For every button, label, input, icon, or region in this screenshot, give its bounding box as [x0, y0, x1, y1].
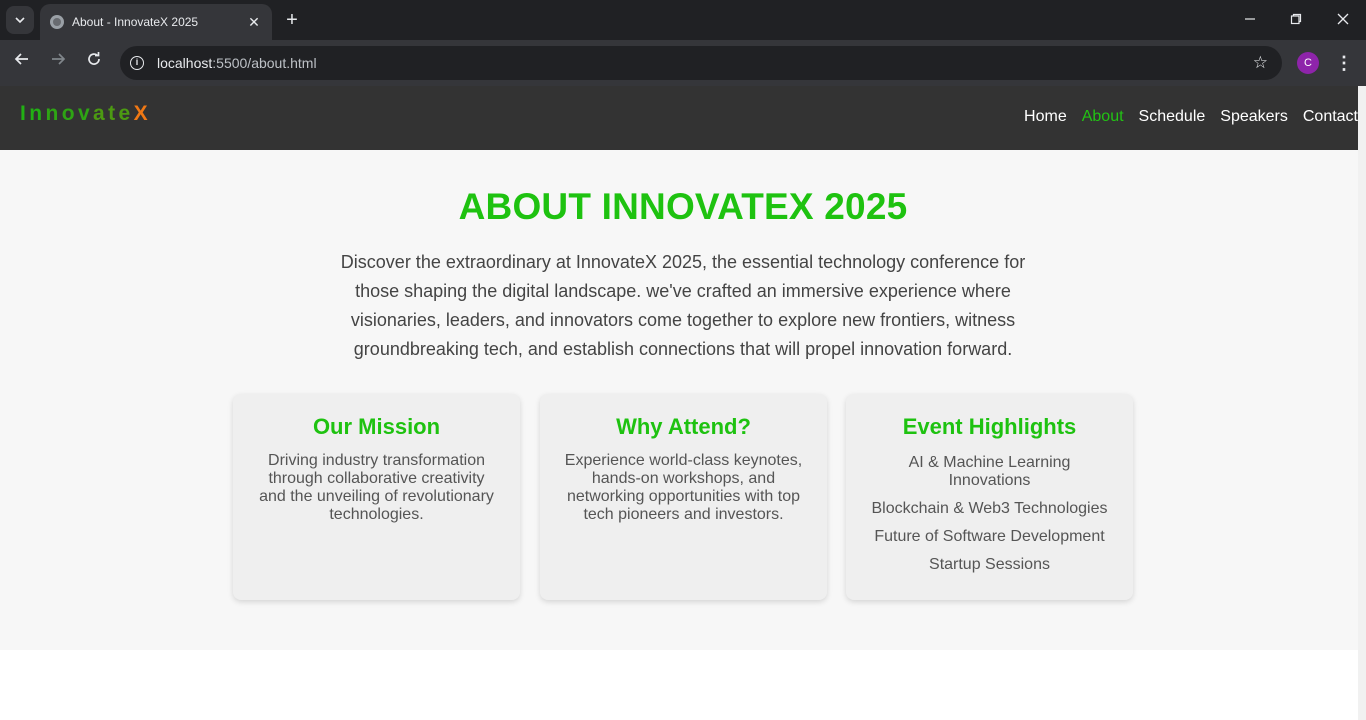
plus-icon: +: [286, 9, 298, 31]
list-item: Blockchain & Web3 Technologies: [871, 500, 1108, 517]
minimize-icon: [1245, 18, 1255, 20]
main-nav: Home About Schedule Speakers Contact: [1009, 108, 1358, 126]
intro-paragraph: Discover the extraordinary at InnovateX …: [340, 252, 1026, 359]
nav-link-home[interactable]: Home: [1024, 108, 1067, 126]
logo-x: X: [133, 102, 152, 125]
back-button[interactable]: [9, 50, 35, 76]
tab-title: About - InnovateX 2025: [72, 15, 199, 29]
chevron-down-icon: [15, 17, 25, 24]
logo-letter: n: [45, 102, 62, 125]
arrow-right-icon: [52, 53, 66, 65]
page-title: ABOUT INNOVATEX 2025: [458, 186, 908, 227]
url-path: :5500/about.html: [212, 55, 317, 71]
list-item: Startup Sessions: [929, 556, 1050, 573]
mission-card: Our Mission Driving industry transformat…: [233, 394, 520, 600]
card-text: Driving industry transformation through …: [259, 452, 494, 523]
nav-link-about[interactable]: About: [1082, 108, 1124, 126]
reload-icon: [88, 52, 100, 65]
minimize-button[interactable]: [1238, 8, 1262, 32]
close-window-icon: [1337, 13, 1349, 25]
new-tab-button[interactable]: +: [282, 8, 302, 32]
nav-link-contact[interactable]: Contact: [1303, 108, 1358, 126]
site-header: InnovateX Home About Schedule Speakers C…: [0, 86, 1366, 150]
web-page: InnovateX Home About Schedule Speakers C…: [0, 86, 1366, 720]
close-window-button[interactable]: [1331, 8, 1355, 32]
browser-toolbar: i localhost:5500/about.html ☆ C ⋮: [0, 40, 1366, 86]
browser-tab-bar: About - InnovateX 2025 ✕ +: [0, 0, 1366, 40]
about-section: ABOUT INNOVATEX 2025 Discover the extrao…: [0, 150, 1366, 650]
highlights-card: Event Highlights AI & Machine Learning I…: [846, 394, 1133, 600]
close-icon[interactable]: ✕: [246, 14, 262, 31]
logo-letter: v: [77, 102, 94, 125]
kebab-menu-icon[interactable]: ⋮: [1334, 50, 1354, 76]
card-title: Event Highlights: [902, 414, 1077, 439]
nav-link-schedule[interactable]: Schedule: [1139, 108, 1206, 126]
logo-letter: n: [29, 102, 46, 125]
profile-avatar[interactable]: C: [1297, 52, 1319, 74]
logo-letter: t: [108, 102, 119, 125]
star-icon[interactable]: ☆: [1253, 53, 1268, 73]
card-title: Why Attend?: [616, 414, 751, 439]
card-title: Our Mission: [312, 414, 441, 439]
globe-icon: [50, 15, 64, 29]
site-logo[interactable]: InnovateX: [20, 102, 151, 126]
forward-button[interactable]: [45, 50, 71, 76]
tab-search-button[interactable]: [6, 6, 34, 34]
highlights-list: AI & Machine Learning Innovations Blockc…: [846, 454, 1133, 574]
info-cards: Our Mission Driving industry transformat…: [233, 394, 1133, 600]
restore-button[interactable]: [1284, 8, 1308, 32]
why-attend-card: Why Attend? Experience world-class keyno…: [540, 394, 827, 600]
info-icon: i: [130, 56, 144, 70]
list-item: AI & Machine Learning Innovations: [908, 454, 1071, 489]
logo-letter: a: [93, 102, 109, 125]
list-item: Future of Software Development: [874, 528, 1105, 545]
site-info-button[interactable]: i: [126, 52, 148, 74]
url-text[interactable]: localhost:5500/about.html: [157, 55, 1253, 71]
url-host: localhost: [157, 55, 213, 71]
browser-tab[interactable]: About - InnovateX 2025 ✕: [40, 4, 272, 40]
reload-button[interactable]: [81, 50, 107, 76]
logo-letter: e: [118, 102, 134, 125]
logo-letter: I: [20, 102, 30, 125]
nav-link-speakers[interactable]: Speakers: [1220, 108, 1288, 126]
restore-icon: [1290, 13, 1302, 25]
card-text: Experience world-class keynotes, hands-o…: [564, 452, 803, 523]
logo-letter: o: [61, 102, 78, 125]
address-bar[interactable]: i localhost:5500/about.html ☆: [120, 46, 1282, 80]
page-scrollbar[interactable]: [1358, 86, 1366, 720]
arrow-left-icon: [14, 53, 28, 65]
